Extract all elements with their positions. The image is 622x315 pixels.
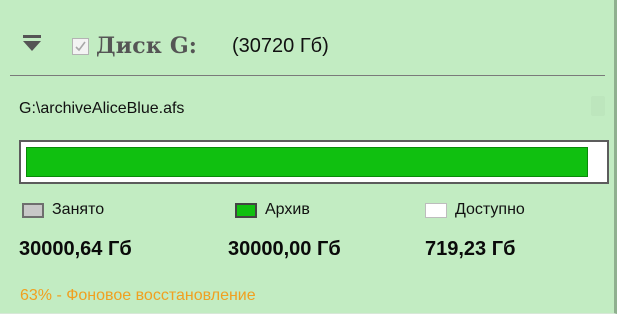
disk-header: Диск G: (30720 Гб) (0, 6, 614, 70)
checkmark-icon (75, 41, 86, 52)
divider (10, 75, 605, 76)
legend-used: Занято (22, 201, 182, 221)
usage-progress-bar (19, 140, 609, 184)
disk-name: Диск G: (96, 33, 198, 59)
used-value: 30000,64 Гб (19, 238, 132, 260)
used-swatch (22, 203, 44, 218)
disk-panel: Диск G: (30720 Гб) G:\archiveAliceBlue.a… (0, 0, 617, 314)
legend-used-label: Занято (52, 201, 105, 218)
archive-swatch (235, 203, 257, 218)
status-text: 63% - Фоновое восстановление (20, 287, 256, 304)
disk-checkbox[interactable] (72, 38, 89, 55)
legend-free-label: Доступно (455, 201, 525, 218)
free-value: 719,23 Гб (425, 238, 516, 260)
legend-free: Доступно (425, 201, 595, 221)
path-scroll-indicator (591, 96, 605, 116)
disk-size: (30720 Гб) (232, 35, 329, 57)
collapse-chevron-icon[interactable] (20, 32, 44, 56)
archive-value: 30000,00 Гб (228, 238, 341, 260)
legend-archive: Архив (235, 201, 395, 221)
usage-progress-fill (26, 147, 588, 177)
legend-archive-label: Архив (265, 201, 310, 218)
free-swatch (425, 203, 447, 218)
archive-path: G:\archiveAliceBlue.afs (19, 100, 185, 117)
